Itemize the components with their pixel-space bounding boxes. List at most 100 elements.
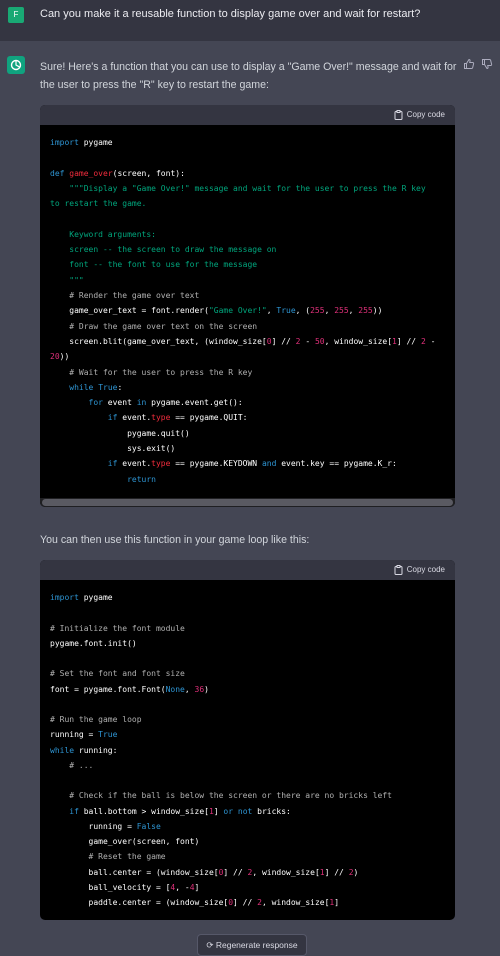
code-token: event. — [117, 413, 152, 423]
code-token: while — [69, 382, 94, 392]
code-line: # Reset the game — [50, 851, 166, 863]
code-token: None — [165, 684, 185, 694]
code-line: # Draw the game over text on the screen — [50, 321, 257, 333]
code-token: ] // — [396, 336, 421, 346]
code-token: Keyword arguments: — [50, 229, 156, 239]
code-token: == pygame.QUIT: — [170, 413, 248, 423]
assistant-intro-text: Sure! Here's a function that you can use… — [40, 61, 457, 91]
code-line: screen.blit(game_over_text, (window_size… — [50, 336, 435, 348]
code-token: # ... — [50, 760, 94, 770]
code-token: if — [107, 413, 118, 423]
horizontal-scrollbar[interactable] — [40, 498, 455, 507]
code-token: pygame.event.get(): — [146, 398, 243, 408]
code-token: ball.bottom > window_size[ — [78, 806, 209, 816]
code-line: import pygame — [50, 137, 113, 149]
code-token: paddle.center = (window_size[ — [50, 898, 229, 907]
assistant-explanation-text: You can then use this function in your g… — [40, 534, 310, 546]
code-token: True — [98, 730, 118, 740]
copy-code-button[interactable]: Copy code — [394, 564, 445, 576]
code-token: running: — [74, 745, 118, 755]
code-line: font = pygame.font.Font(None, 36) — [50, 684, 209, 696]
refresh-icon: ⟳ — [206, 940, 216, 950]
thumbs-up-button[interactable] — [463, 58, 475, 70]
code-line: to restart the game. — [50, 198, 146, 210]
code-line: ball.center = (window_size[0] // 2, wind… — [50, 867, 359, 879]
code-token: # Set the font and font size — [50, 669, 185, 679]
code-line: if event.type == pygame.KEYDOWN and even… — [50, 458, 397, 470]
code-token: import — [50, 593, 79, 602]
thumbs-up-icon — [464, 58, 475, 69]
code-token: ) — [353, 867, 359, 877]
code-token: pygame.font.init() — [50, 638, 137, 648]
code-token: ] — [213, 806, 224, 816]
code-line: # Check if the ball is below the screen … — [50, 790, 392, 802]
code-token: # Run the game loop — [50, 715, 142, 724]
code-line: """Display a "Game Over!" message and wa… — [50, 183, 425, 195]
code-token: font = pygame.font.Font( — [50, 684, 166, 694]
code-token: ] // — [223, 867, 248, 877]
code-line: if event.type == pygame.QUIT: — [50, 412, 248, 424]
code-token: 20 — [50, 352, 60, 362]
code-line: 20)) — [50, 351, 69, 363]
code-token: screen -- the screen to draw the message… — [50, 245, 277, 255]
regenerate-response-button[interactable]: ⟳ Regenerate response — [197, 934, 307, 956]
code-line: pygame.font.init() — [50, 638, 137, 650]
code-line: sys.exit() — [50, 443, 175, 455]
code-token: # Reset the game — [50, 852, 166, 862]
code-line: for event in pygame.event.get(): — [50, 397, 243, 409]
code-token: sys.exit() — [50, 444, 176, 453]
code-token: event.key == pygame.K_r: — [276, 459, 397, 469]
code-token: ) — [204, 684, 209, 694]
code-token: # Initialize the font module — [50, 623, 185, 633]
code-token: True — [276, 306, 296, 316]
code-line: # Wait for the user to press the R key — [50, 367, 252, 379]
copy-code-label: Copy code — [406, 110, 445, 119]
code-token: event. — [117, 459, 152, 469]
code-line: while running: — [50, 745, 117, 757]
code-token: , — [348, 306, 359, 316]
code-token: running = — [50, 821, 137, 831]
code-token: while — [50, 745, 75, 755]
code-token: == pygame.KEYDOWN — [170, 459, 262, 469]
code-token: game_over — [69, 168, 113, 178]
code-token: """ — [50, 275, 84, 285]
code-token: and — [261, 459, 277, 469]
code-token: ] — [334, 898, 340, 907]
code-line: # Run the game loop — [50, 714, 142, 726]
code-token: for — [88, 398, 103, 408]
code-token: game_over(screen, font) — [50, 837, 200, 846]
code-token: running = — [50, 730, 99, 740]
code-token: # Wait for the user to press the R key — [50, 367, 253, 377]
code-token: , ( — [295, 306, 311, 316]
copy-code-button[interactable]: Copy code — [394, 109, 445, 121]
code-token: 36 — [194, 684, 205, 694]
code-line: font -- the font to use for the message — [50, 259, 257, 271]
code-line: # Initialize the font module — [50, 623, 185, 635]
clipboard-icon — [394, 110, 403, 120]
code-token: pygame — [78, 593, 113, 602]
code-token: # Draw the game over text on the screen — [50, 321, 258, 331]
code-token: , - — [175, 882, 190, 892]
code-token: )) — [372, 306, 383, 316]
user-avatar: F — [8, 7, 24, 23]
code-token: True — [98, 382, 118, 392]
scrollbar-thumb[interactable] — [42, 499, 453, 506]
code-token: def — [50, 168, 65, 178]
code-token: 255 — [310, 306, 325, 316]
code-line: """ — [50, 275, 84, 287]
copy-code-label: Copy code — [406, 565, 445, 574]
code-token: screen.blit(game_over_text, (window_size… — [50, 336, 267, 346]
code-token: ] // — [271, 336, 296, 346]
code-token: # Check if the ball is below the screen … — [50, 791, 392, 801]
code-line: pygame.quit() — [50, 428, 190, 440]
code-block-header: Copy code — [40, 105, 455, 125]
code-line: import pygame — [50, 592, 113, 604]
clipboard-icon — [394, 565, 403, 575]
code-token: , window_size[ — [324, 336, 393, 346]
thumbs-down-button[interactable] — [481, 58, 493, 70]
code-token: )) — [59, 352, 70, 362]
code-token: # Render the game over text — [50, 291, 200, 300]
code-token: pygame.quit() — [50, 428, 190, 438]
